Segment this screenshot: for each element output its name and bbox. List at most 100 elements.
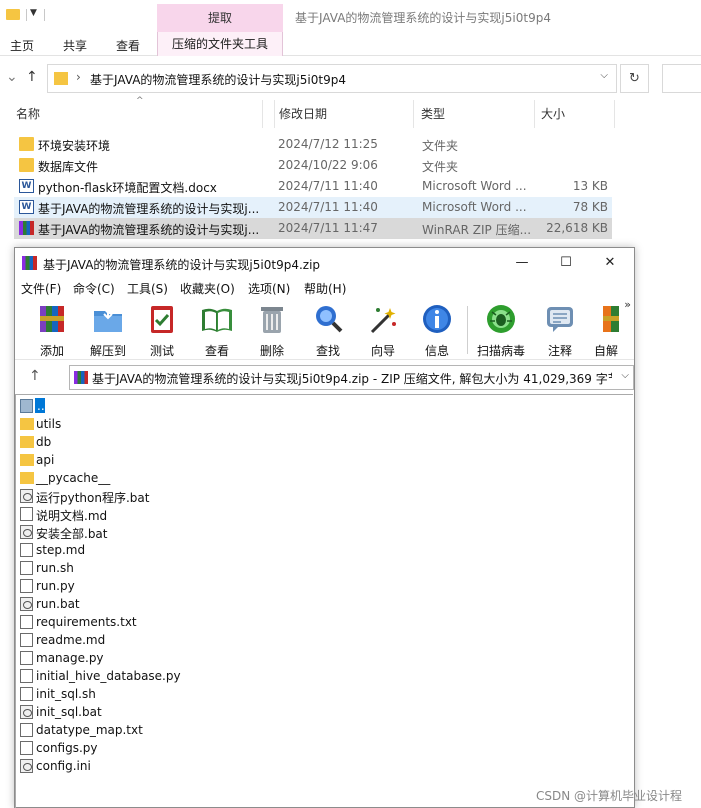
list-item[interactable]: run.py: [18, 577, 418, 595]
list-item[interactable]: step.md: [18, 541, 418, 559]
tab-compressed-folder-tools[interactable]: 压缩的文件夹工具: [157, 32, 283, 56]
list-item[interactable]: config.ini: [18, 757, 418, 775]
winrar-window: 基于JAVA的物流管理系统的设计与实现j5i0t9p4.zip — ☐ ✕ 文件…: [14, 247, 635, 808]
winrar-titlebar: 基于JAVA的物流管理系统的设计与实现j5i0t9p4.zip — ☐ ✕: [15, 248, 634, 278]
toolbar-label: 查看: [204, 344, 229, 358]
address-bar[interactable]: › 基于JAVA的物流管理系统的设计与实现j5i0t9p4 ⌵: [47, 64, 617, 93]
navigation-bar: ⌄ ↑ › 基于JAVA的物流管理系统的设计与实现j5i0t9p4 ⌵ ↻: [0, 62, 701, 94]
magnifier-icon: [316, 306, 343, 333]
settings-file-icon: [20, 759, 33, 773]
list-item[interactable]: initial_hive_database.py: [18, 667, 418, 685]
close-icon[interactable]: ✕: [590, 252, 630, 274]
column-size[interactable]: 大小: [525, 100, 615, 128]
context-tab-extract[interactable]: 提取: [157, 4, 283, 32]
refresh-button[interactable]: ↻: [620, 64, 649, 93]
table-row[interactable]: 数据库文件 2024/10/22 9:06 文件夹: [14, 155, 612, 176]
test-button[interactable]: 测试: [137, 302, 187, 358]
chevron-down-icon[interactable]: ⌵: [600, 70, 608, 81]
list-item[interactable]: 运行python程序.bat: [18, 487, 418, 505]
book-icon: [202, 308, 232, 332]
toolbar-label: 添加: [39, 344, 64, 358]
list-item[interactable]: configs.py: [18, 739, 418, 757]
tab-share[interactable]: 共享: [63, 37, 87, 54]
wizard-button[interactable]: 向导: [358, 302, 408, 358]
list-item[interactable]: datatype_map.txt: [18, 721, 418, 739]
table-row[interactable]: 基于JAVA的物流管理系统的设计与实现j... 2024/7/11 11:47 …: [14, 218, 612, 239]
up-arrow-icon[interactable]: ↑: [29, 368, 41, 384]
delete-button[interactable]: 删除: [247, 302, 297, 358]
minimize-icon[interactable]: —: [502, 252, 542, 274]
sort-ascending-icon: ^: [136, 96, 144, 106]
magic-wand-icon: [370, 308, 396, 334]
folder-icon[interactable]: [6, 9, 20, 20]
chevron-right-icon[interactable]: ›: [76, 70, 81, 84]
toolbar-label: 自解: [594, 344, 619, 358]
column-type[interactable]: 类型: [405, 100, 535, 128]
list-item[interactable]: api: [18, 451, 418, 469]
list-item[interactable]: init_sql.bat: [18, 703, 418, 721]
column-date[interactable]: 修改日期: [262, 100, 414, 128]
quick-access-dropdown-icon[interactable]: ▼: [30, 8, 37, 18]
search-input[interactable]: [662, 64, 701, 93]
ribbon-tabs: 主页 共享 查看 压缩的文件夹工具: [0, 32, 701, 56]
test-checklist-icon: [151, 306, 173, 333]
list-item[interactable]: utils: [18, 415, 418, 433]
recent-locations-icon[interactable]: ⌄: [6, 69, 18, 85]
document-icon: [20, 687, 33, 701]
maximize-icon[interactable]: ☐: [546, 252, 586, 274]
list-item[interactable]: 安装全部.bat: [18, 523, 418, 541]
menu-options[interactable]: 选项(N): [248, 280, 290, 297]
table-row[interactable]: W python-flask环境配置文档.docx 2024/7/11 11:4…: [14, 176, 612, 197]
file-name: init_sql.sh: [36, 687, 96, 701]
winrar-icon: [22, 256, 37, 270]
tab-home[interactable]: 主页: [10, 37, 34, 54]
list-item[interactable]: requirements.txt: [18, 613, 418, 631]
add-button[interactable]: 添加: [27, 302, 77, 358]
menu-help[interactable]: 帮助(H): [304, 280, 346, 297]
list-item[interactable]: __pycache__: [18, 469, 418, 487]
file-name: 数据库文件: [38, 160, 99, 174]
list-item[interactable]: ..: [18, 397, 418, 415]
file-name: initial_hive_database.py: [36, 669, 181, 683]
comment-button[interactable]: 注释: [535, 302, 585, 358]
menu-file[interactable]: 文件(F): [21, 280, 61, 297]
chevron-down-icon[interactable]: ⌵: [621, 370, 629, 381]
info-icon: [423, 305, 451, 333]
list-item[interactable]: run.bat: [18, 595, 418, 613]
table-row[interactable]: W 基于JAVA的物流管理系统的设计与实现j... 2024/7/11 11:4…: [14, 197, 612, 218]
list-item[interactable]: db: [18, 433, 418, 451]
list-item[interactable]: manage.py: [18, 649, 418, 667]
file-name: 环境安装环境: [38, 139, 111, 153]
folder-icon: [20, 454, 34, 466]
list-item[interactable]: init_sql.sh: [18, 685, 418, 703]
up-arrow-icon[interactable]: ↑: [26, 69, 38, 85]
archive-file-list: .. utils db api __pycache__ 运行python程序.b…: [15, 394, 633, 808]
file-name: run.sh: [36, 561, 74, 575]
tab-view[interactable]: 查看: [116, 37, 140, 54]
file-name: config.ini: [36, 759, 91, 773]
file-date: 2024/7/11 11:40: [278, 200, 378, 214]
more-tools-icon[interactable]: »: [624, 298, 631, 311]
virus-scan-button[interactable]: 扫描病毒: [476, 302, 526, 358]
list-item[interactable]: run.sh: [18, 559, 418, 577]
file-date: 2024/7/11 11:40: [278, 179, 378, 193]
list-item[interactable]: readme.md: [18, 631, 418, 649]
list-item[interactable]: 说明文档.md: [18, 505, 418, 523]
extract-to-button[interactable]: 解压到: [83, 302, 133, 358]
toolbar-divider: [467, 306, 468, 354]
find-button[interactable]: 查找: [303, 302, 353, 358]
file-name: ..: [37, 399, 45, 413]
menu-tools[interactable]: 工具(S): [127, 280, 168, 297]
file-name: 说明文档.md: [36, 509, 108, 523]
menu-favorites[interactable]: 收藏夹(O): [180, 280, 235, 297]
info-button[interactable]: 信息: [412, 302, 462, 358]
address-text[interactable]: 基于JAVA的物流管理系统的设计与实现j5i0t9p4: [90, 71, 346, 88]
view-button[interactable]: 查看: [192, 302, 242, 358]
file-name: readme.md: [36, 633, 106, 647]
batch-file-icon: [20, 705, 33, 719]
file-name: run.py: [36, 579, 75, 593]
archive-path-dropdown[interactable]: 基于JAVA的物流管理系统的设计与实现j5i0t9p4.zip - ZIP 压缩…: [69, 365, 634, 390]
table-row[interactable]: 环境安装环境 2024/7/12 11:25 文件夹: [14, 134, 612, 155]
file-name: manage.py: [36, 651, 104, 665]
menu-commands[interactable]: 命令(C): [73, 280, 115, 297]
